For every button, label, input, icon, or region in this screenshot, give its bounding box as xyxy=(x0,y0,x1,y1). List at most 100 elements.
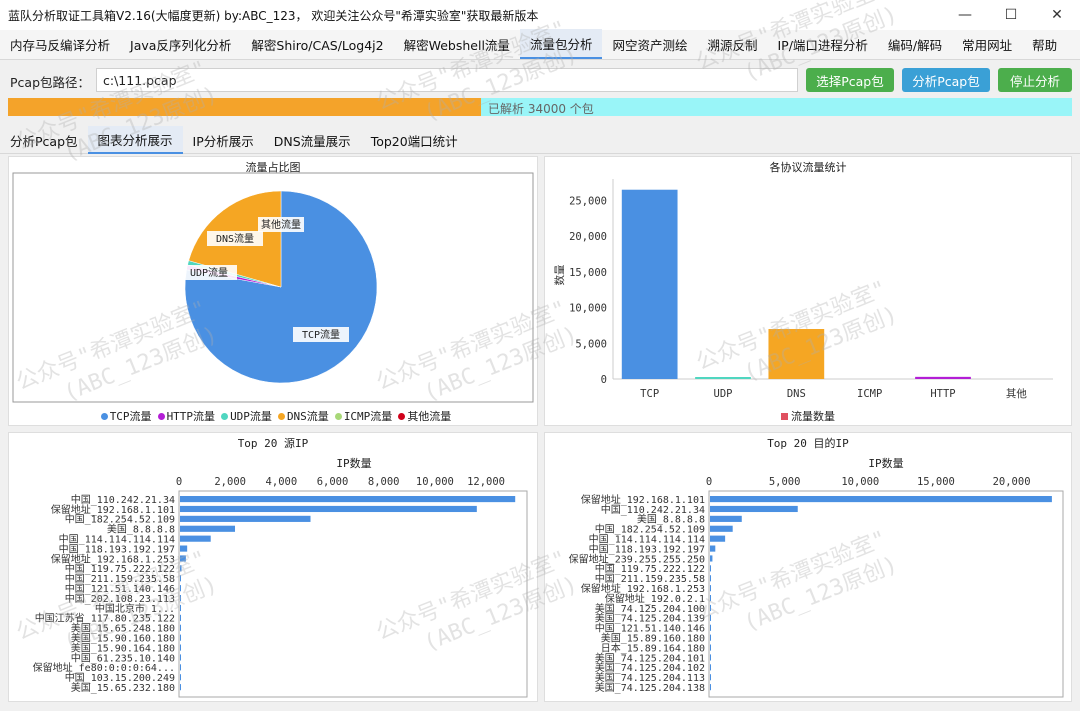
x-tick-3: ICMP xyxy=(857,388,882,400)
pie-chart: TCP流量 UDP流量 DNS流量其他流量 xyxy=(12,172,534,403)
bar-legend-label: 流量数量 xyxy=(791,410,835,423)
hbar-18 xyxy=(710,674,711,681)
svg-text:UDP流量: UDP流量 xyxy=(190,266,228,279)
menu-asset-mapping[interactable]: 网空资产测绘 xyxy=(602,29,697,59)
legend-label-0[interactable]: TCP流量 xyxy=(110,410,152,423)
pie-label-1: UDP流量 xyxy=(181,265,237,280)
bar-TCP xyxy=(621,189,678,379)
hbar-4 xyxy=(180,535,211,542)
tab-ip-display[interactable]: IP分析展示 xyxy=(183,126,264,154)
y-axis-label: 数量 xyxy=(553,264,566,285)
hbar-7 xyxy=(710,565,711,572)
pie-legend: TCP流量 HTTP流量 UDP流量 DNS流量 ICMP流量 其他流量 xyxy=(9,408,537,424)
menu-traceback[interactable]: 溯源反制 xyxy=(697,29,767,59)
y-tick-0: 0 xyxy=(601,374,607,386)
menu-common-urls[interactable]: 常用网址 xyxy=(952,29,1022,59)
svg-text:DNS流量: DNS流量 xyxy=(216,232,254,245)
x-tick-0: TCP xyxy=(640,388,659,400)
tab-dns-display[interactable]: DNS流量展示 xyxy=(264,126,361,154)
top20-src-ip-panel: Top 20 源IP IP数量 0 2,000 4,000 6,000 8,000 10,0… xyxy=(8,432,538,702)
x-axis-title: IP数量 xyxy=(868,457,903,470)
x-tick-3: 15,000 xyxy=(917,476,955,488)
bar-DNS xyxy=(768,329,825,379)
hbar-3 xyxy=(180,525,236,532)
x-tick-4: 20,000 xyxy=(993,476,1031,488)
legend-label-5[interactable]: 其他流量 xyxy=(407,410,451,423)
y-tick-3: 15,000 xyxy=(569,267,607,279)
x-tick-1: 2,000 xyxy=(214,476,246,488)
minimize-icon[interactable]: — xyxy=(942,0,988,30)
close-icon[interactable]: ✕ xyxy=(1034,0,1080,30)
bar-legend: 流量数量 xyxy=(545,408,1071,424)
x-tick-1: 5,000 xyxy=(769,476,801,488)
y-tick-5: 25,000 xyxy=(569,195,607,207)
tab-chart-display[interactable]: 图表分析展示 xyxy=(87,126,183,154)
x-tick-6: 12,000 xyxy=(467,476,505,488)
analyze-pcap-button[interactable]: 分析Pcap包 xyxy=(902,68,990,92)
hbar-12 xyxy=(710,614,711,621)
pie-label-2: DNS流量 xyxy=(207,231,263,246)
menu-encode-decode[interactable]: 编码/解码 xyxy=(878,29,952,59)
y-tick-2: 10,000 xyxy=(569,303,607,315)
hbar-2 xyxy=(710,515,742,522)
stop-analysis-button[interactable]: 停止分析 xyxy=(998,68,1072,92)
hbar-13 xyxy=(180,624,181,631)
hbar-11 xyxy=(180,604,181,612)
progress-text: 已解析 34000 个包 xyxy=(488,102,594,116)
hbar-19 xyxy=(180,684,181,691)
x-tick-2: 4,000 xyxy=(266,476,298,488)
plot-frame xyxy=(708,490,1064,698)
hbar-6 xyxy=(180,555,186,562)
hbar-1 xyxy=(710,505,798,513)
ip-label-19: 美国_74.125.204.138 xyxy=(595,681,705,694)
x-tick-1: UDP xyxy=(714,388,733,400)
menu-java-deserialize[interactable]: Java反序列化分析 xyxy=(120,29,241,59)
x-tick-3: 6,000 xyxy=(317,476,349,488)
menu-memshell[interactable]: 内存马反编译分析 xyxy=(0,29,120,59)
menu-ip-port[interactable]: IP/端口进程分析 xyxy=(767,29,877,59)
pcap-path-input[interactable] xyxy=(96,68,798,92)
y-tick-1: 5,000 xyxy=(575,338,607,350)
legend-label-3[interactable]: DNS流量 xyxy=(287,410,329,423)
hbar-14 xyxy=(710,634,711,641)
hbar-5 xyxy=(710,545,716,552)
legend-label-2[interactable]: UDP流量 xyxy=(230,410,272,423)
x-tick-2: DNS xyxy=(787,388,806,400)
hbar-5 xyxy=(180,545,188,552)
hbar-10 xyxy=(180,595,181,602)
y-tick-4: 20,000 xyxy=(569,231,607,243)
hbar-16 xyxy=(180,654,181,661)
protocol-bar-panel: 各协议流量统计 0 5,000 10,000 15,000 20,000 25,000 数量… xyxy=(544,156,1072,426)
hbar-0 xyxy=(180,496,516,503)
hbar-7 xyxy=(180,565,182,572)
legend-label-4[interactable]: ICMP流量 xyxy=(344,410,393,423)
x-tick-5: 10,000 xyxy=(416,476,454,488)
hbar-0 xyxy=(710,496,1052,503)
hbar-2 xyxy=(180,515,311,522)
legend-label-1[interactable]: HTTP流量 xyxy=(167,410,216,423)
menu-help[interactable]: 帮助 xyxy=(1022,29,1067,59)
hbar-9 xyxy=(180,585,181,592)
tab-analyze-pcap[interactable]: 分析Pcap包 xyxy=(0,126,88,154)
tab-top20-ports[interactable]: Top20端口统计 xyxy=(361,126,468,154)
src-ip-bar-chart: IP数量0 2,000 4,000 6,000 8,000 10,000 12,000中国_… xyxy=(33,457,528,698)
x-tick-4: HTTP xyxy=(930,388,955,400)
select-pcap-button[interactable]: 选择Pcap包 xyxy=(806,68,894,92)
hbar-17 xyxy=(710,664,711,671)
svg-text:TCP流量: TCP流量 xyxy=(302,328,340,341)
legend-dot-0 xyxy=(100,413,108,420)
x-tick-0: 0 xyxy=(176,476,182,488)
menu-decrypt-webshell[interactable]: 解密Webshell流量 xyxy=(394,29,520,59)
maximize-icon[interactable]: ☐ xyxy=(988,0,1034,30)
menu-pcap-analysis[interactable]: 流量包分析 xyxy=(519,29,603,59)
hbar-11 xyxy=(710,604,711,612)
hbar-13 xyxy=(710,624,711,631)
legend-swatch xyxy=(781,413,788,420)
hbar-15 xyxy=(710,644,711,651)
legend-dot-3 xyxy=(277,413,285,420)
hbar-16 xyxy=(710,654,711,661)
title-bar: 蓝队分析取证工具箱V2.16(大幅度更新) by:ABC_123， 欢迎关注公众… xyxy=(0,0,1080,30)
protocol-bar-chart: 0 5,000 10,000 15,000 20,000 25,000 数量 TCP UDP DN… xyxy=(553,179,1053,400)
hbar-9 xyxy=(710,585,711,592)
menu-decrypt-shiro[interactable]: 解密Shiro/CAS/Log4j2 xyxy=(241,29,393,59)
